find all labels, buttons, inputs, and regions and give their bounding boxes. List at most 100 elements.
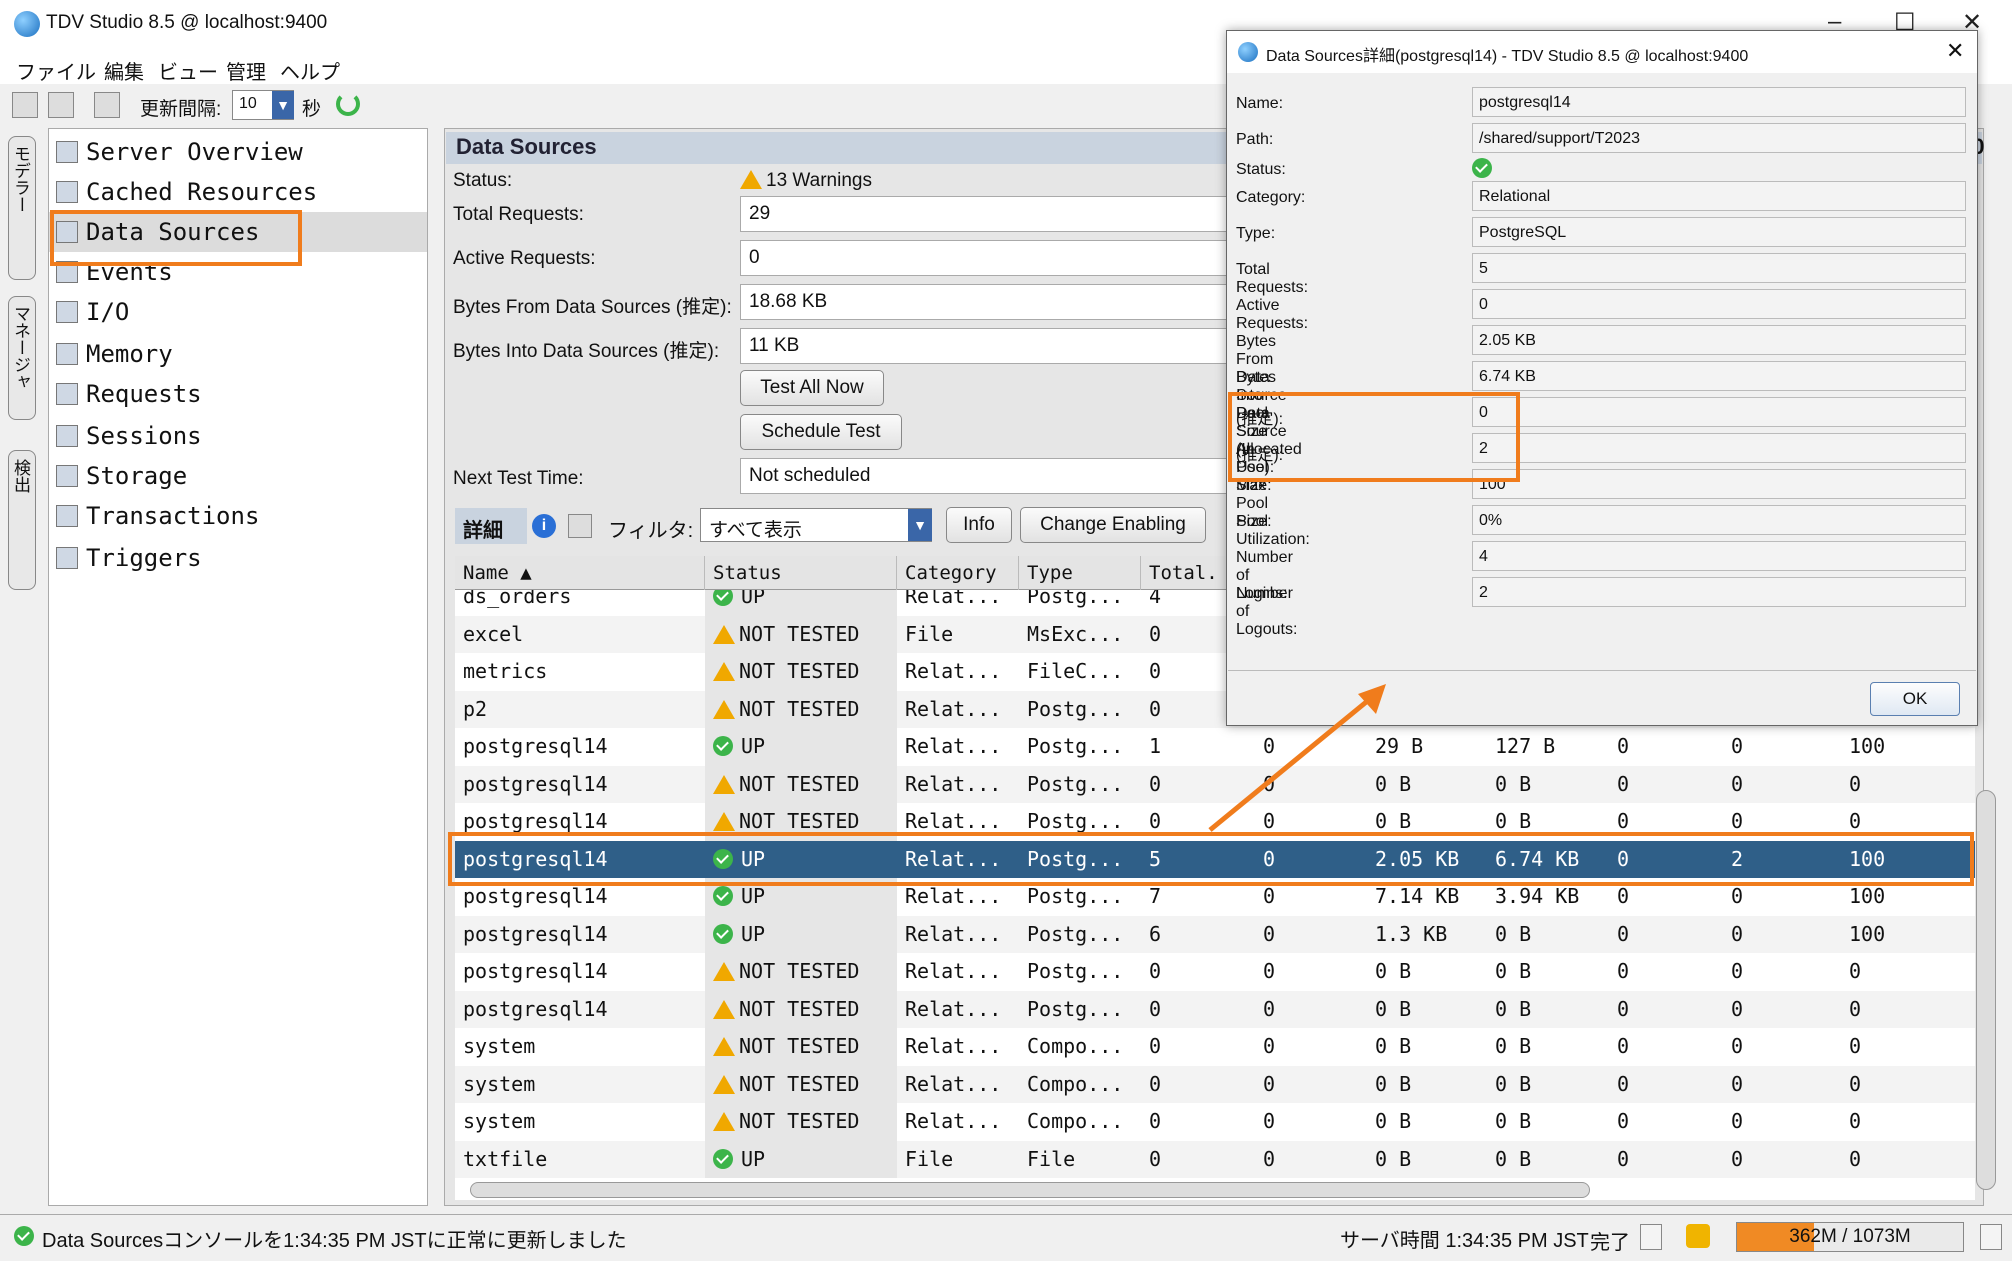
next-test-field: Not scheduled (740, 458, 1240, 494)
status-cell: UP (713, 916, 765, 954)
filter-label: フィルタ: (608, 520, 694, 542)
console-icon[interactable] (12, 92, 38, 118)
vertical-scrollbar[interactable] (1976, 790, 1996, 1190)
table-cell: Compo... (1027, 1109, 1124, 1133)
lock-icon[interactable] (1686, 1224, 1710, 1248)
table-cell: Relat... (905, 590, 1002, 608)
schedule-test-button[interactable]: Schedule Test (740, 414, 902, 450)
dialog-field-label: Name: (1236, 95, 1284, 112)
table-cell: system (463, 1071, 536, 1096)
change-enabling-button[interactable]: Change Enabling (1020, 507, 1206, 543)
dialog-field-value: 5 (1472, 253, 1966, 283)
status-cell: NOT TESTED (713, 616, 859, 654)
nav-item-storage[interactable]: Storage (56, 458, 187, 494)
column-header-status[interactable]: Status (705, 556, 897, 590)
table-cell: 0 B (1495, 996, 1532, 1021)
total-requests-field: 29 (740, 196, 1240, 232)
tab-modeler[interactable]: モデラー (8, 136, 36, 280)
table-row[interactable]: system NOT TESTED Relat... Compo... 0 0 0 B 0 B… (455, 1065, 1975, 1103)
status-text: NOT TESTED (739, 809, 860, 833)
clock-icon[interactable] (94, 92, 120, 118)
grid-icon[interactable] (48, 92, 74, 118)
warning-icon (713, 1112, 735, 1131)
table-cell: File (1027, 1146, 1076, 1171)
chevron-down-icon[interactable]: ▼ (908, 509, 932, 541)
total-requests-label: Total Requests: (453, 204, 584, 225)
table-cell: 0 (1731, 1034, 1744, 1058)
gc-icon[interactable] (1980, 1224, 2002, 1250)
dialog-field-label: Path: (1236, 131, 1274, 148)
menu-view[interactable]: ビュー (158, 56, 218, 85)
nav-label: Requests (86, 380, 202, 408)
interval-unit: 秒 (302, 99, 322, 120)
column-header-type[interactable]: Type (1019, 556, 1141, 590)
refresh-icon[interactable] (336, 92, 360, 116)
nav-label: Memory (86, 340, 173, 368)
nav-item-server-overview[interactable]: Server Overview (56, 134, 303, 170)
filter-select[interactable]: すべて表示 (700, 508, 932, 542)
warning-icon (713, 774, 735, 794)
info-button[interactable]: Info (946, 507, 1012, 543)
nav-item-io[interactable]: I/O (56, 294, 129, 330)
tab-manager[interactable]: マネージャ (8, 296, 36, 420)
table-row[interactable]: postgresql14 NOT TESTED Relat... Postg... 0 0… (455, 990, 1975, 1028)
table-cell: File (905, 1146, 954, 1171)
column-header-name[interactable]: Name ▲ (455, 556, 705, 590)
dialog-close-icon[interactable]: ✕ (1946, 38, 1964, 64)
warning-icon (713, 624, 735, 644)
status-text: NOT TESTED (739, 959, 860, 983)
table-cell: File (905, 621, 954, 646)
menu-edit[interactable]: 編集 (104, 56, 144, 85)
status-cell: NOT TESTED (713, 1103, 859, 1141)
table-cell: 0 (1731, 996, 1744, 1021)
table-row[interactable]: system NOT TESTED Relat... Compo... 0 0 0 B 0 B… (455, 1103, 1975, 1141)
nav-item-memory[interactable]: Memory (56, 336, 173, 372)
nav-item-triggers[interactable]: Triggers (56, 540, 202, 576)
table-cell: 0 (1149, 1109, 1162, 1133)
column-header-total[interactable]: Total. (1141, 556, 1231, 590)
table-cell: 0 (1263, 1034, 1276, 1058)
status-cell: NOT TESTED (713, 766, 859, 804)
nav-item-sessions[interactable]: Sessions (56, 418, 202, 454)
table-row[interactable]: system NOT TESTED Relat... Compo... 0 0 0 B 0 B… (455, 1028, 1975, 1066)
table-cell: 0 (1149, 771, 1162, 796)
table-cell: 0 (1731, 734, 1744, 758)
nav-label: Storage (86, 462, 188, 490)
app-logo-icon (1238, 42, 1258, 62)
check-circle-icon (713, 590, 733, 606)
nav-item-cached-resources[interactable]: Cached Resources (56, 174, 317, 210)
table-cell: Relat... (905, 1034, 1002, 1058)
ok-button[interactable]: OK (1870, 682, 1960, 716)
table-row[interactable]: txtfile UP File File 0 0 0 B 0 B 0 0 0 (455, 1140, 1975, 1178)
table-cell: 0 (1849, 771, 1862, 796)
export-icon[interactable] (568, 514, 592, 538)
menu-help[interactable]: ヘルプ (280, 56, 340, 85)
nav-item-requests[interactable]: Requests (56, 376, 202, 412)
table-row[interactable]: postgresql14 NOT TESTED Relat... Postg... 0 0… (455, 953, 1975, 991)
nav-item-transactions[interactable]: Transactions (56, 498, 259, 534)
details-label: 詳細 (455, 508, 527, 544)
test-all-now-button[interactable]: Test All Now (740, 370, 884, 406)
table-cell: 0 B (1495, 1034, 1532, 1058)
table-cell: 0 (1263, 996, 1276, 1021)
menu-file[interactable]: ファイル (16, 56, 96, 85)
info-icon[interactable]: i (532, 514, 556, 538)
table-cell: postgresql14 (463, 771, 608, 796)
table-cell: 127 B (1495, 734, 1556, 758)
table-cell: Postg... (1027, 959, 1124, 983)
table-cell: 0 B (1495, 1146, 1532, 1171)
table-row[interactable]: postgresql14 UP Relat... Postg... 6 0 1.3 KB 0 … (455, 915, 1975, 954)
table-cell: postgresql14 (463, 734, 608, 758)
dialog-field-value: 100 (1472, 469, 1966, 499)
table-cell: Relat... (905, 1071, 1002, 1096)
chevron-down-icon[interactable]: ▼ (272, 91, 294, 119)
tab-discovery[interactable]: 検出 (8, 450, 36, 590)
menu-admin[interactable]: 管理 (226, 56, 266, 85)
column-header-category[interactable]: Category (897, 556, 1019, 590)
horizontal-scrollbar[interactable] (470, 1182, 1590, 1198)
table-cell: 0 (1617, 1034, 1630, 1058)
status-text: NOT TESTED (739, 1034, 860, 1058)
status-text: UP (741, 1146, 766, 1171)
dialog-field-label: Pool Utilization: (1236, 513, 1310, 548)
clipboard-icon[interactable] (1640, 1224, 1662, 1250)
